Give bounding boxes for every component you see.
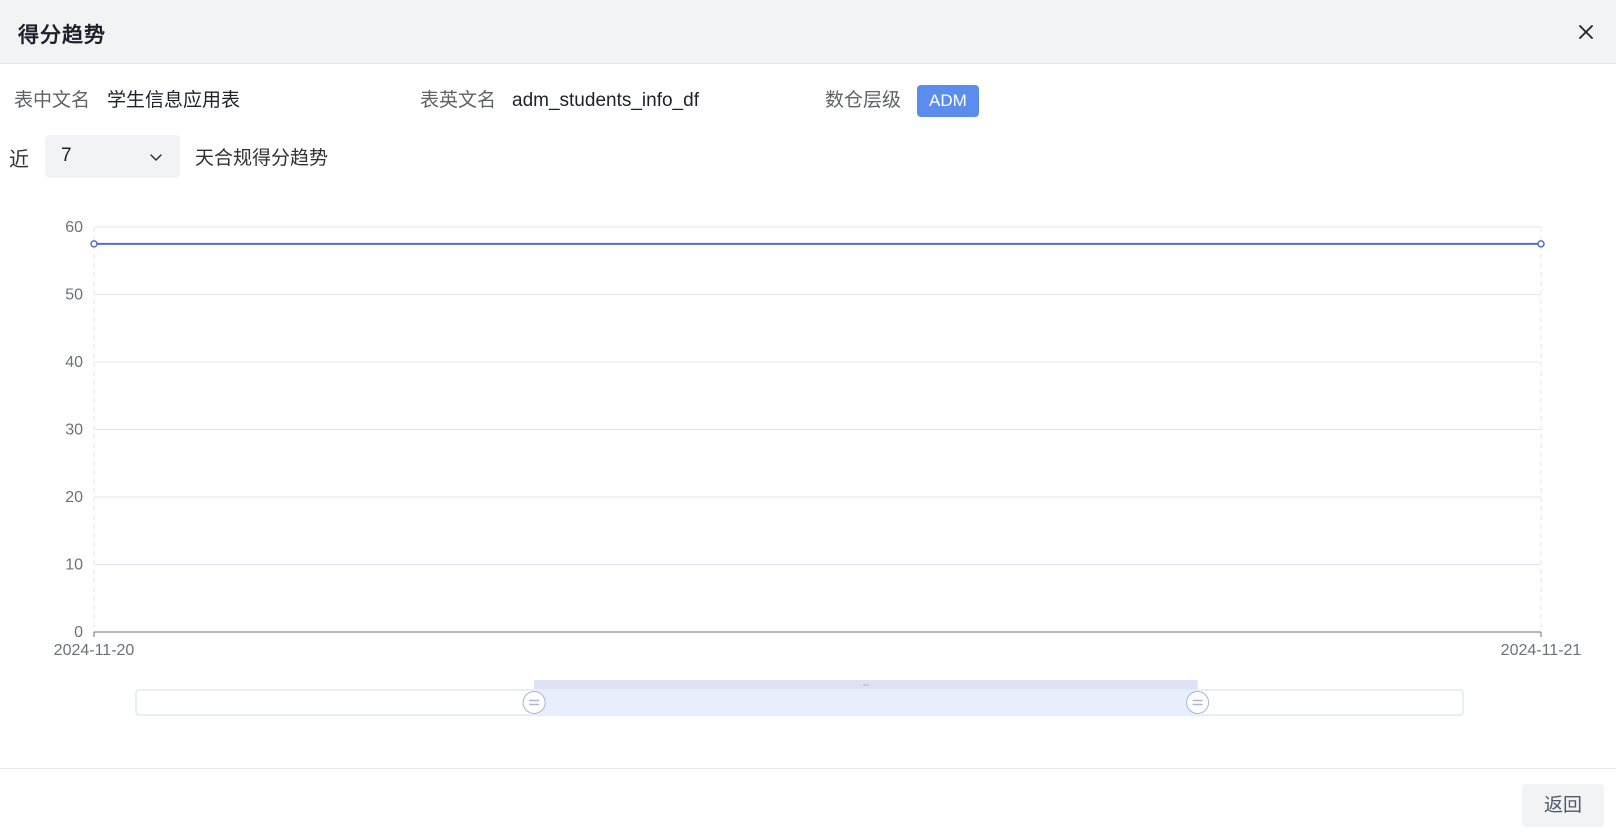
score-trend-dialog: 得分趋势 表中文名 学生信息应用表 表英文名 adm_students_info… <box>0 0 1616 840</box>
y-tick-label: 20 <box>65 489 83 506</box>
y-tick-label: 60 <box>65 219 83 236</box>
layer-label: 数仓层级 <box>825 90 902 111</box>
en-name-value: adm_students_info_df <box>512 90 699 111</box>
period-suffix: 天合规得分趋势 <box>195 148 329 169</box>
close-icon <box>1579 25 1593 39</box>
period-prefix: 近 <box>9 149 29 171</box>
period-select-value: 7 <box>61 145 72 166</box>
y-tick-label: 10 <box>65 557 83 574</box>
y-tick-label: 40 <box>65 354 83 371</box>
period-select[interactable]: 7 <box>45 135 180 178</box>
layer-badge: ADM <box>917 85 979 117</box>
datazoom-end-handle[interactable] <box>1186 691 1210 714</box>
en-name-label: 表英文名 <box>420 90 497 111</box>
dialog-footer: 返回 <box>0 768 1616 840</box>
chevron-down-icon <box>148 149 164 165</box>
x-tick-label: 2024-11-20 <box>54 642 135 659</box>
dialog-title: 得分趋势 <box>18 24 106 47</box>
y-tick-label: 0 <box>74 624 83 641</box>
dialog-header: 得分趋势 <box>0 0 1616 64</box>
back-button[interactable]: 返回 <box>1522 784 1604 827</box>
table-info-row: 表中文名 学生信息应用表 表英文名 adm_students_info_df 数… <box>0 85 1616 117</box>
x-tick-label: 2024-11-21 <box>1501 642 1582 659</box>
score-trend-chart: 0 10 20 30 40 50 60 2024-11-20 2024-11-21 <box>0 200 1616 730</box>
datazoom-start-handle[interactable] <box>522 691 546 714</box>
datazoom-selected-range <box>534 690 1198 715</box>
y-tick-label: 50 <box>65 287 83 304</box>
y-tick-label: 30 <box>65 422 83 439</box>
data-point <box>90 240 98 248</box>
cn-name-label: 表中文名 <box>14 90 91 111</box>
cn-name-value: 学生信息应用表 <box>107 90 241 111</box>
data-point <box>1537 240 1545 248</box>
close-button[interactable] <box>1574 20 1598 44</box>
chart-svg: 0 10 20 30 40 50 60 2024-11-20 2024-11-21 <box>54 219 1582 716</box>
